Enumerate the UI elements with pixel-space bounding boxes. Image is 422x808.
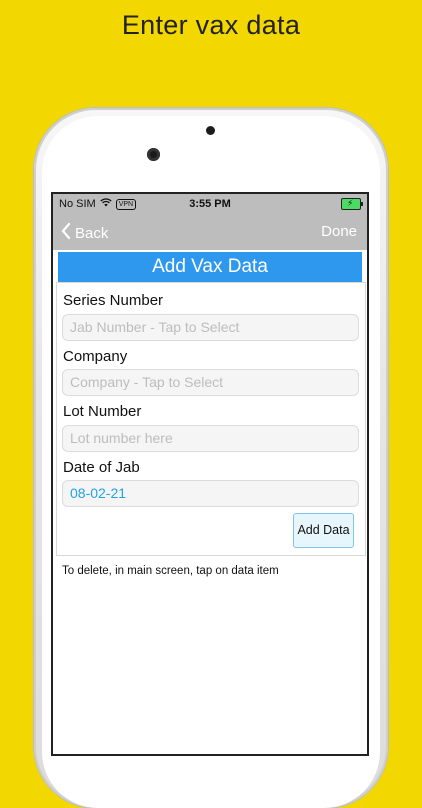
back-button[interactable]: Back (61, 222, 109, 243)
screen-title: Add Vax Data (58, 252, 362, 282)
nav-bar: Back Done (53, 214, 367, 250)
chevron-left-icon (61, 222, 71, 243)
status-time: 3:55 PM (189, 198, 231, 210)
done-button[interactable]: Done (321, 223, 357, 240)
vax-form: Series Number Jab Number - Tap to Select… (56, 282, 366, 556)
front-camera (147, 148, 160, 161)
battery-icon: ⚡ (341, 198, 363, 210)
add-data-button[interactable]: Add Data (293, 513, 354, 548)
series-input[interactable]: Jab Number - Tap to Select (62, 314, 359, 341)
battery-bolt: ⚡ (347, 198, 354, 208)
delete-hint: To delete, in main screen, tap on data i… (62, 565, 279, 577)
lot-label: Lot Number (63, 403, 142, 420)
date-label: Date of Jab (63, 459, 140, 476)
series-label: Series Number (63, 292, 164, 309)
company-label: Company (63, 348, 128, 365)
date-input[interactable]: 08-02-21 (62, 480, 359, 507)
app-screen: No SIM VPN 3:55 PM ⚡ Back Done Add Vax D… (53, 194, 367, 754)
promo-headline: Enter vax data (121, 10, 301, 40)
lot-input[interactable]: Lot number here (62, 425, 359, 452)
status-bar: No SIM VPN 3:55 PM ⚡ (53, 194, 367, 214)
speaker-dot (206, 126, 215, 135)
company-input[interactable]: Company - Tap to Select (62, 369, 359, 396)
back-label: Back (75, 224, 109, 242)
